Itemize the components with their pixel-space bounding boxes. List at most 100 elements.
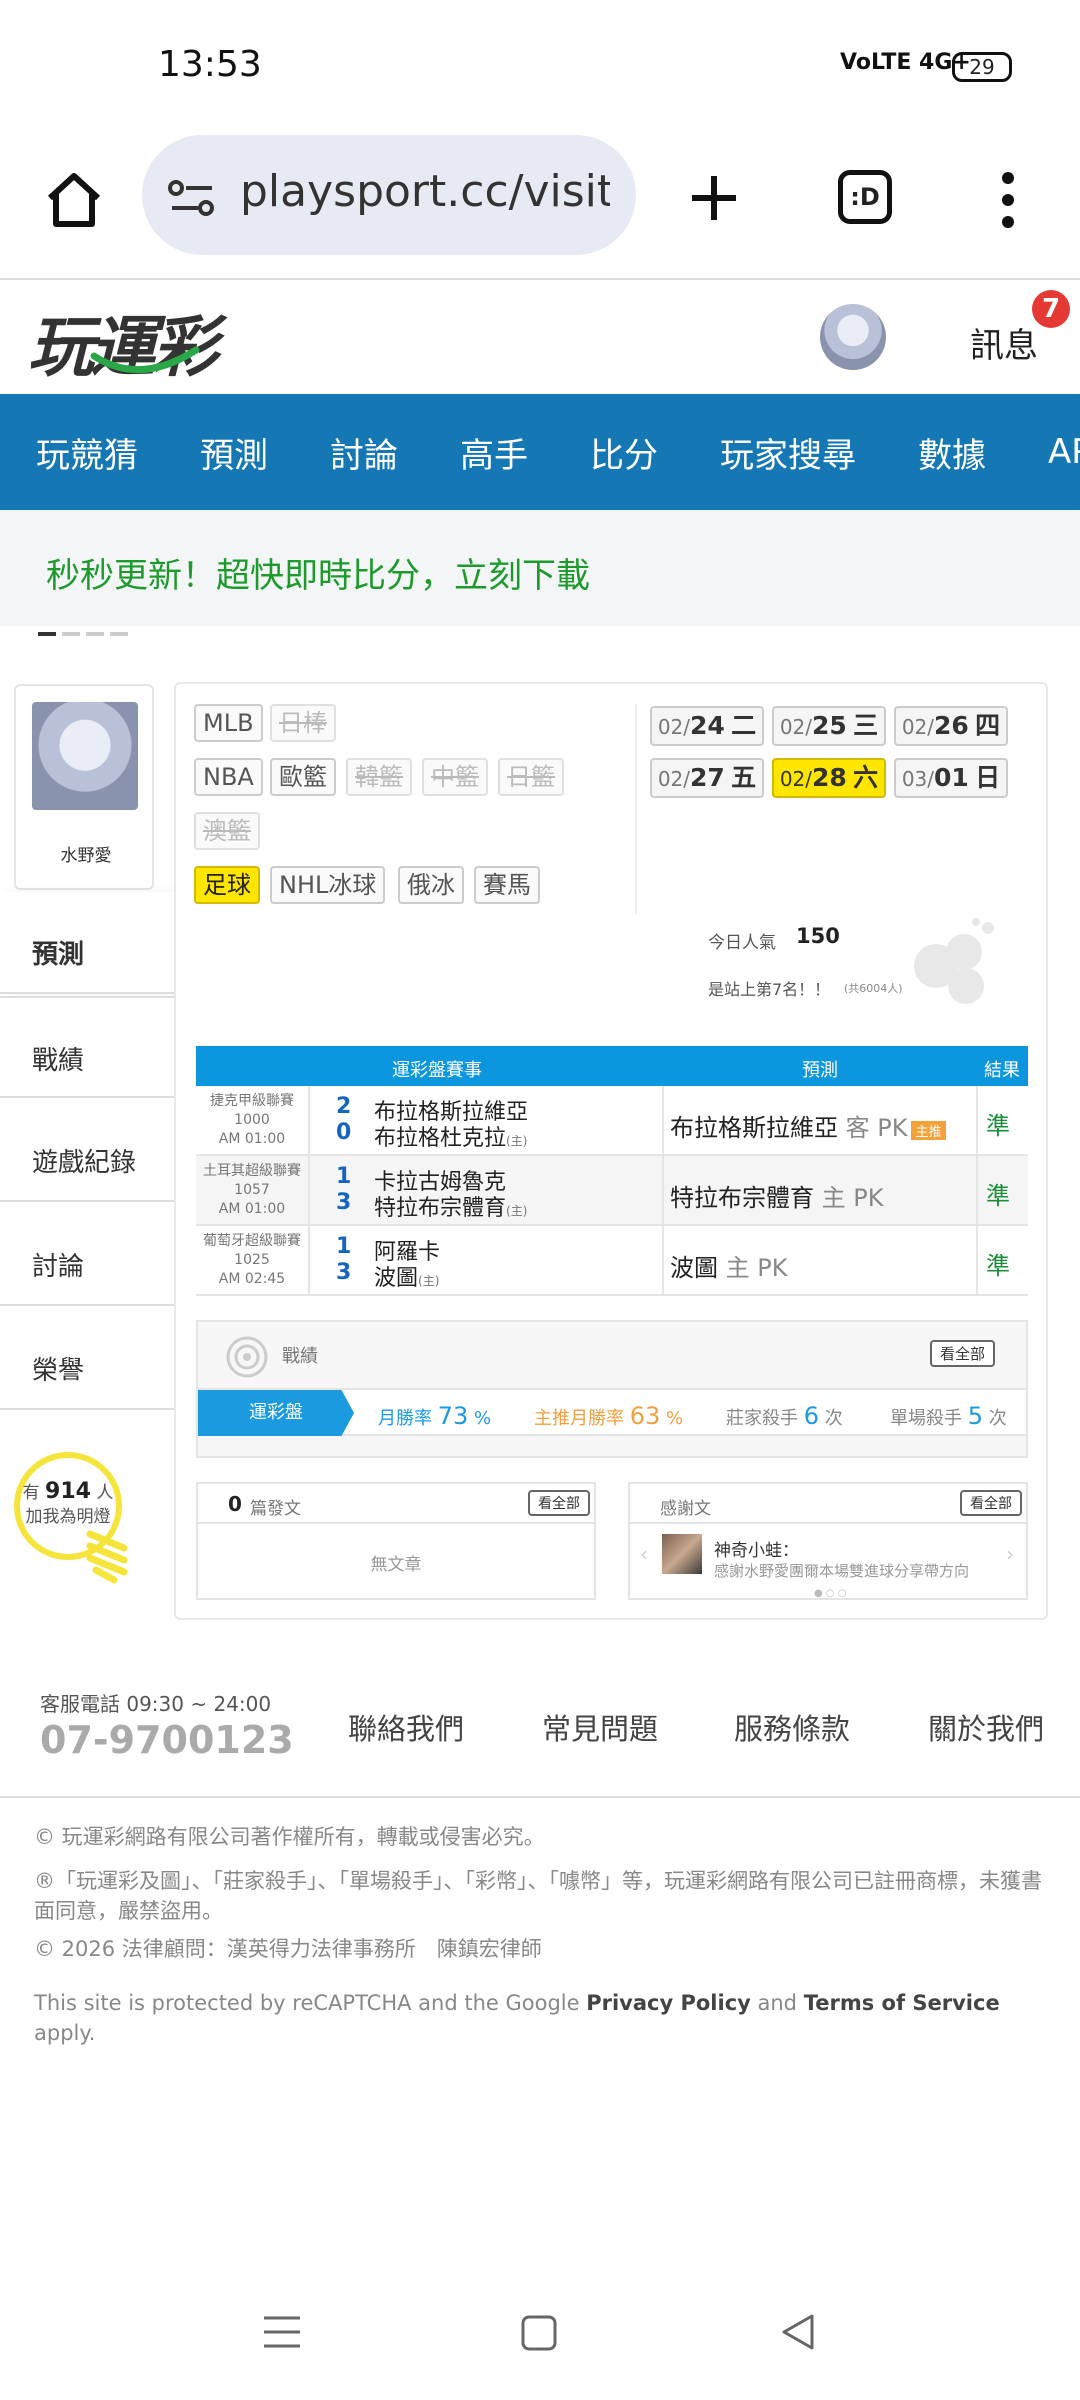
copyright-notice: © 玩運彩網路有限公司著作權所有，轉載或侵害必究。 — [34, 1825, 545, 1849]
thanks-user[interactable]: 神奇小蛙： — [714, 1536, 799, 1561]
thanks-text[interactable]: 感謝水野愛團爾本場雙進球分享帶方向 — [714, 1560, 994, 1581]
date-button[interactable]: 02/25 三 — [772, 706, 886, 746]
record-title: 戰績 — [282, 1346, 318, 1367]
nav-item-discuss[interactable]: 討論 — [330, 428, 398, 477]
messages-badge: 7 — [1032, 290, 1070, 328]
site-settings-icon[interactable] — [168, 178, 216, 218]
league-tag-euro-basketball[interactable]: 歐籃 — [270, 758, 336, 796]
tab-switcher-button[interactable]: :D — [838, 170, 892, 224]
popularity-value: 150 — [796, 924, 840, 948]
footer-divider — [0, 1796, 1080, 1798]
pager-dot[interactable] — [38, 632, 56, 636]
nav-item-guess[interactable]: 玩競猜 — [36, 428, 138, 477]
main-pick-badge: 主推 — [911, 1121, 946, 1140]
side-item-discuss[interactable]: 討論 — [0, 1204, 174, 1306]
footer-link-about[interactable]: 關於我們 — [928, 1706, 1044, 1748]
league-tag-horse-racing[interactable]: 賽馬 — [474, 866, 540, 904]
more-vertical-icon[interactable] — [996, 170, 1020, 230]
league-tag-soccer[interactable]: 足球 — [194, 866, 260, 904]
promo-banner[interactable]: 秒秒更新！超快即時比分，立刻下載 — [0, 510, 1080, 626]
thanks-user-avatar[interactable] — [662, 1534, 702, 1574]
posts-see-all-button[interactable]: 看全部 — [528, 1490, 590, 1516]
home-team[interactable]: 布拉格杜克拉(主) — [374, 1120, 527, 1152]
home-nav-icon[interactable] — [520, 2314, 558, 2352]
date-button[interactable]: 03/01 日 — [894, 758, 1008, 798]
pager-dot[interactable] — [62, 632, 80, 636]
nav-item-player-search[interactable]: 玩家搜尋 — [720, 428, 856, 477]
side-item-honor[interactable]: 榮譽 — [0, 1308, 174, 1410]
posts-panel: 0 篇發文 看全部 無文章 — [196, 1482, 596, 1600]
league-tag-nba[interactable]: NBA — [194, 758, 263, 796]
match-league-info: 葡萄牙超級聯賽 1025 AM 02:45 — [203, 1233, 301, 1287]
league-tag-cba: 中籃 — [422, 758, 488, 796]
popularity-rank: 是站上第7名！！ — [708, 980, 831, 999]
divider — [635, 704, 637, 914]
popularity-label: 今日人氣 — [708, 933, 776, 953]
single-killer: 單場殺手 5 次 — [890, 1402, 1007, 1430]
prediction-pick: 特拉布宗體育 主 PK — [670, 1184, 884, 1212]
banner-text: 秒秒更新！超快即時比分，立刻下載 — [46, 556, 590, 596]
nav-item-scores[interactable]: 比分 — [590, 428, 658, 477]
date-button-selected[interactable]: 02/28 六 — [772, 758, 886, 798]
date-button[interactable]: 02/26 四 — [894, 706, 1008, 746]
nav-item-predict[interactable]: 預測 — [200, 428, 268, 477]
prediction-pick: 布拉格斯拉維亞 客 PK 主推 — [670, 1108, 946, 1143]
main-pick-win-rate: 主推月勝率 63 % — [534, 1402, 684, 1430]
terms-of-service-link[interactable]: Terms of Service — [804, 1991, 1000, 2015]
side-item-record[interactable]: 戰績 — [0, 996, 174, 1098]
pager-dot[interactable] — [110, 632, 128, 636]
post-count-label: 篇發文 — [250, 1499, 301, 1519]
url-text[interactable]: playsport.cc/visit — [240, 166, 610, 217]
service-phone[interactable]: 07-9700123 — [40, 1718, 294, 1762]
nav-item-app[interactable]: APP — [1048, 432, 1080, 472]
banner-pager — [38, 621, 134, 640]
league-tag-khl[interactable]: 俄冰 — [398, 866, 464, 904]
lightbulb-icon — [86, 1530, 128, 1584]
home-team[interactable]: 特拉布宗體育(主) — [374, 1190, 527, 1222]
prediction-table-header: 運彩盤賽事 預測 結果 — [196, 1046, 1028, 1086]
home-score: 3 — [336, 1190, 352, 1215]
date-button[interactable]: 02/27 五 — [650, 758, 764, 798]
home-team[interactable]: 波圖(主) — [374, 1260, 439, 1292]
side-item-predict[interactable]: 預測 — [0, 892, 174, 994]
pager-dot[interactable] — [86, 632, 104, 636]
home-score: 3 — [336, 1260, 352, 1285]
record-see-all-button[interactable]: 看全部 — [930, 1340, 996, 1367]
table-row[interactable]: 葡萄牙超級聯賽 1025 AM 02:45 1 3 阿羅卡 波圖(主) 波圖 主 P… — [196, 1226, 1028, 1296]
footer-link-faq[interactable]: 常見問題 — [542, 1706, 658, 1748]
browser-toolbar: playsport.cc/visit :D — [0, 130, 1080, 280]
table-row[interactable]: 捷克甲級聯賽 1000 AM 01:00 2 0 布拉格斯拉維亞 布拉格杜克拉(主)… — [196, 1086, 1028, 1156]
league-tag-nhl[interactable]: NHL冰球 — [270, 866, 386, 904]
table-row[interactable]: 土耳其超級聯賽 1057 AM 01:00 1 3 卡拉古姆魯克 特拉布宗體育(主)… — [196, 1156, 1028, 1226]
league-tag-nbl: 澳籃 — [194, 812, 260, 850]
result-correct: 準 — [986, 1252, 1010, 1280]
battery-icon: 29 — [952, 52, 1012, 82]
date-button[interactable]: 02/24 二 — [650, 706, 764, 746]
back-icon[interactable] — [778, 2312, 818, 2352]
profile-avatar[interactable] — [32, 702, 138, 810]
logo-swoosh-icon — [90, 346, 200, 374]
privacy-policy-link[interactable]: Privacy Policy — [586, 1991, 751, 2015]
nav-item-data[interactable]: 數據 — [918, 428, 986, 477]
online-suffix: 人 — [96, 1483, 114, 1503]
footer-link-contact[interactable]: 聯絡我們 — [348, 1706, 464, 1748]
nav-item-experts[interactable]: 高手 — [460, 428, 528, 477]
home-icon[interactable] — [42, 168, 106, 232]
home-score: 0 — [336, 1120, 352, 1145]
footer-link-terms[interactable]: 服務條款 — [734, 1706, 850, 1748]
chevron-left-icon[interactable]: ‹ — [640, 1542, 648, 1566]
user-avatar[interactable] — [820, 304, 886, 370]
profile-name[interactable]: 水野愛 — [16, 841, 156, 866]
record-stats-bar: 運彩盤 月勝率 73 % 主推月勝率 63 % 莊家殺手 6 次 單場殺手 5 … — [198, 1388, 1026, 1436]
thanks-see-all-button[interactable]: 看全部 — [960, 1490, 1022, 1516]
trademark-notice: ®「玩運彩及圖」、「莊家殺手」、「單場殺手」、「彩幣」、「噱幣」等，玩運彩網路有… — [34, 1869, 1042, 1923]
side-item-game-history[interactable]: 遊戲紀錄 — [0, 1100, 174, 1202]
online-cta: 加我為明燈 — [25, 1507, 111, 1527]
record-tab-lottery[interactable]: 運彩盤 — [198, 1390, 354, 1436]
league-tag-mlb[interactable]: MLB — [194, 704, 263, 742]
chevron-right-icon[interactable]: › — [1006, 1542, 1014, 1566]
messages-link[interactable]: 訊息 — [970, 318, 1038, 367]
recent-apps-icon[interactable] — [262, 2312, 302, 2352]
plus-icon[interactable] — [688, 172, 740, 224]
online-prefix: 有 — [22, 1483, 40, 1503]
